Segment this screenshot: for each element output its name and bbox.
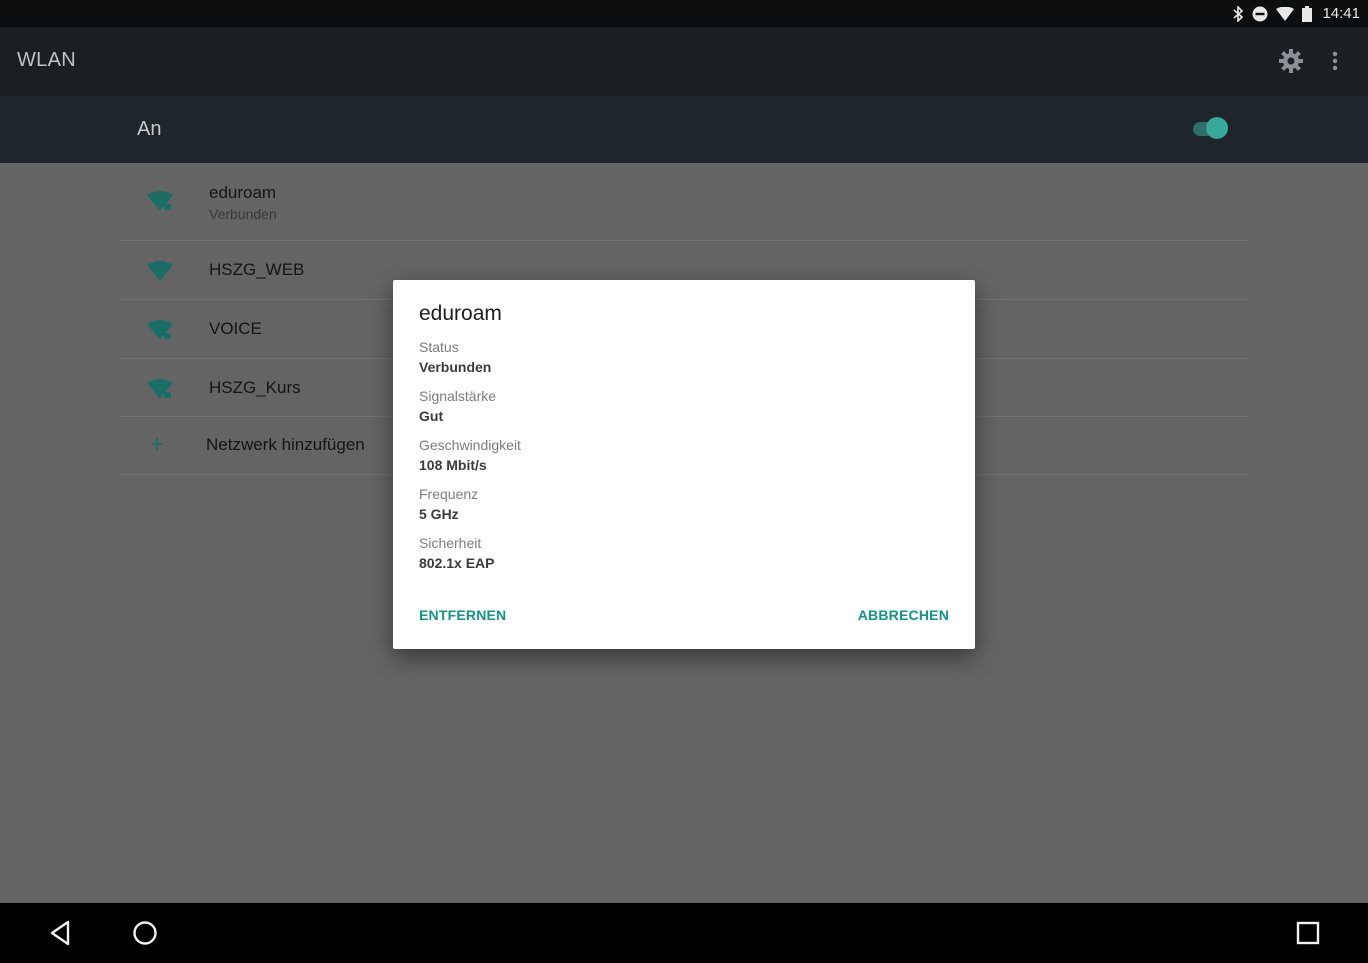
navigation-bar xyxy=(0,903,1368,963)
field-label: Sicherheit xyxy=(419,535,482,551)
field-label: Status xyxy=(419,339,459,355)
wifi-switch-bar[interactable]: An xyxy=(0,96,1368,163)
field-label: Frequenz xyxy=(419,486,479,502)
switch-label: An xyxy=(137,118,162,140)
status-icons: 14:41 xyxy=(1232,0,1360,27)
wifi-toggle[interactable] xyxy=(1192,115,1230,141)
field-value: 802.1x EAP xyxy=(419,555,495,571)
cancel-button[interactable]: ABBRECHEN xyxy=(858,607,949,623)
field-label: Signalstärke xyxy=(419,388,497,404)
do-not-disturb-icon xyxy=(1252,6,1268,22)
network-name: VOICE xyxy=(209,319,262,338)
wifi-lock-icon xyxy=(146,377,174,401)
app-bar: WLAN xyxy=(0,27,1368,96)
field-security: Sicherheit 802.1x EAP xyxy=(419,534,495,574)
field-label: Geschwindigkeit xyxy=(419,437,521,453)
gear-icon[interactable] xyxy=(1278,48,1304,74)
wifi-icon xyxy=(1276,6,1295,21)
clock: 14:41 xyxy=(1322,5,1360,22)
battery-icon xyxy=(1302,5,1313,22)
toggle-thumb xyxy=(1206,117,1228,139)
field-value: Gut xyxy=(419,408,444,424)
network-status: Verbunden xyxy=(209,206,277,222)
field-value: 108 Mbit/s xyxy=(419,457,487,473)
dialog-title: eduroam xyxy=(419,302,502,325)
field-value: Verbunden xyxy=(419,359,492,375)
field-signal-strength: Signalstärke Gut xyxy=(419,387,496,427)
page-title: WLAN xyxy=(17,49,76,71)
remove-button[interactable]: ENTFERNEN xyxy=(419,607,506,623)
field-frequency: Frequenz 5 GHz xyxy=(419,485,478,525)
plus-icon: + xyxy=(150,431,165,458)
wifi-icon xyxy=(146,259,174,283)
field-status: Status Verbunden xyxy=(419,338,491,378)
field-value: 5 GHz xyxy=(419,506,459,522)
wifi-lock-icon xyxy=(146,318,174,342)
network-row-eduroam[interactable]: eduroam Verbunden xyxy=(120,163,1248,241)
status-bar: 14:41 xyxy=(0,0,1368,27)
network-name: eduroam xyxy=(209,183,277,202)
home-icon[interactable] xyxy=(130,918,160,948)
recents-icon[interactable] xyxy=(1293,918,1323,948)
wifi-lock-icon xyxy=(146,189,174,213)
back-icon[interactable] xyxy=(46,918,76,948)
network-name: HSZG_WEB xyxy=(209,260,305,279)
bluetooth-icon xyxy=(1232,5,1244,22)
add-network-label: Netzwerk hinzufügen xyxy=(206,435,365,454)
network-details-dialog: eduroam Status Verbunden Signalstärke Gu… xyxy=(393,280,975,649)
more-vert-icon[interactable] xyxy=(1325,48,1345,74)
field-speed: Geschwindigkeit 108 Mbit/s xyxy=(419,436,521,476)
network-name: HSZG_Kurs xyxy=(209,378,301,397)
